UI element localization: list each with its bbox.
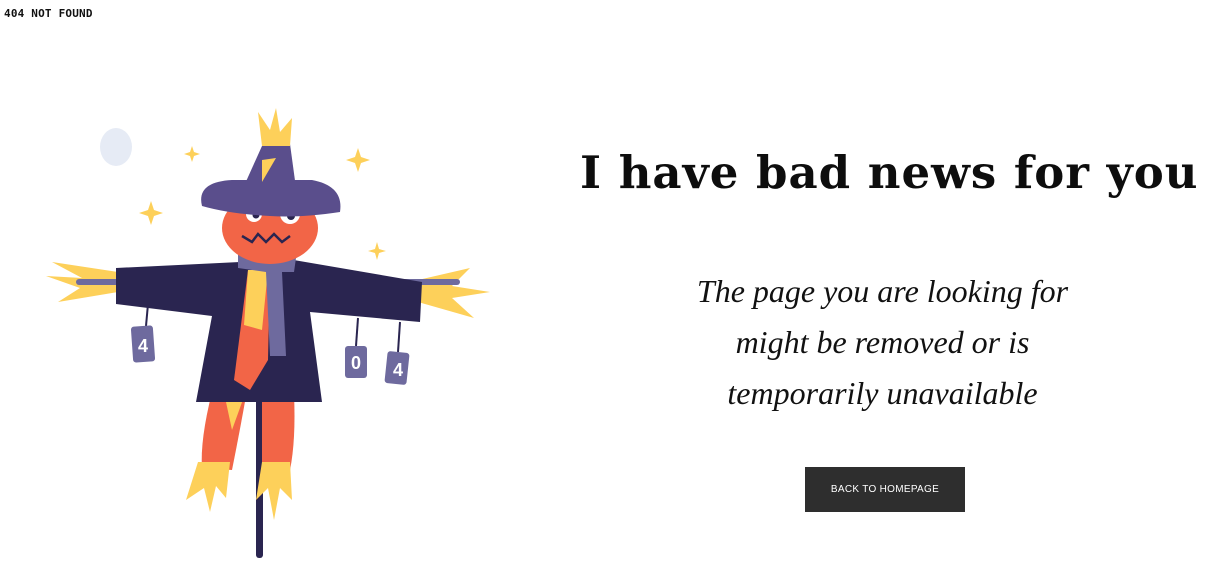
moon-icon (100, 128, 132, 166)
page-headline: I have bad news for you (580, 146, 1199, 199)
svg-text:0: 0 (351, 353, 361, 373)
can-tag-4-right: 4 (384, 351, 410, 385)
scarecrow-illustration: 4 0 4 (46, 108, 490, 558)
can-tag-0: 0 (345, 346, 367, 378)
right-leg (262, 392, 295, 470)
svg-text:4: 4 (393, 360, 403, 380)
left-foot-straw (186, 462, 230, 512)
back-to-homepage-button[interactable]: BACK TO HOMEPAGE (805, 467, 965, 512)
site-title[interactable]: 404 NOT FOUND (4, 7, 93, 20)
right-hand-straw (418, 268, 490, 318)
svg-text:4: 4 (138, 336, 148, 356)
hat-straw (258, 108, 292, 146)
can-tag-4-left: 4 (130, 325, 156, 363)
error-message: The page you are looking for might be re… (696, 273, 1069, 411)
